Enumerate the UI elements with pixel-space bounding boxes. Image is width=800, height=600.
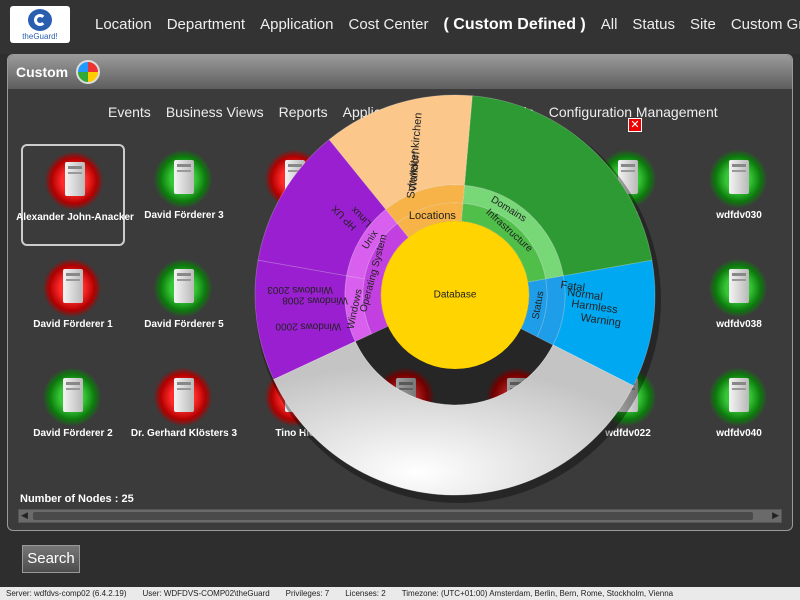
node-label: Alexander John-Anacker bbox=[16, 212, 134, 223]
close-icon[interactable]: ✕ bbox=[628, 118, 642, 132]
subnav-item[interactable]: Business Views bbox=[166, 104, 264, 120]
server-icon bbox=[174, 269, 194, 303]
node-tile[interactable] bbox=[354, 253, 458, 355]
node-tile[interactable] bbox=[576, 253, 680, 355]
node-tile[interactable] bbox=[465, 144, 569, 246]
node-count: Number of Nodes : 25 bbox=[20, 493, 134, 505]
server-icon bbox=[285, 160, 305, 194]
scroll-left-icon[interactable]: ◀ bbox=[21, 511, 31, 521]
server-icon bbox=[63, 269, 83, 303]
node-tile[interactable]: David Förderer 1 bbox=[21, 253, 125, 355]
top-nav-item[interactable]: ( Custom Defined ) bbox=[444, 16, 586, 34]
node-label: David Förderer 1 bbox=[33, 319, 113, 330]
status-server: Server: wdfdvs-comp02 (6.4.2.19) bbox=[6, 589, 127, 598]
server-icon bbox=[729, 160, 749, 194]
top-bar: theGuard! Location Department Application C… bbox=[0, 0, 800, 54]
node-tile[interactable] bbox=[354, 362, 458, 464]
node-tile[interactable] bbox=[354, 144, 458, 246]
server-icon bbox=[285, 378, 305, 412]
server-icon bbox=[396, 378, 416, 412]
node-tile[interactable]: -010 bbox=[576, 144, 680, 246]
node-tile[interactable] bbox=[465, 362, 569, 464]
node-tile[interactable]: wdfdv038 bbox=[687, 253, 791, 355]
status-privileges: Privileges: 7 bbox=[285, 589, 330, 598]
server-icon bbox=[396, 160, 416, 194]
node-label: -010 bbox=[617, 210, 638, 221]
top-nav-item[interactable]: All bbox=[601, 16, 618, 34]
node-tile[interactable]: David Förderer 5 bbox=[132, 253, 236, 355]
server-icon bbox=[618, 378, 638, 412]
node-label: wdfdv038 bbox=[716, 319, 762, 330]
node-tile[interactable] bbox=[243, 253, 347, 355]
server-icon bbox=[618, 160, 638, 194]
server-icon bbox=[507, 269, 527, 303]
subnav-item[interactable]: Applications bbox=[343, 104, 419, 120]
top-nav-item[interactable]: Department bbox=[167, 16, 245, 34]
top-nav-item[interactable]: Custom Group bbox=[731, 16, 800, 34]
logo-mark-icon bbox=[28, 9, 52, 31]
node-tile[interactable]: Alexander John-Anacker bbox=[16, 144, 134, 246]
subnav-item[interactable]: Reports bbox=[279, 104, 328, 120]
theguard-logo[interactable]: theGuard! bbox=[10, 6, 70, 43]
server-icon bbox=[285, 269, 305, 303]
server-icon bbox=[729, 269, 749, 303]
node-tile[interactable]: Dr. Gerhard Klösters 3 bbox=[131, 362, 237, 464]
node-tile[interactable]: Tino Hie bbox=[243, 362, 347, 464]
node-tile[interactable]: David Förderer 3 bbox=[132, 144, 236, 246]
node-label: wdfdv030 bbox=[716, 210, 762, 221]
status-timezone: Timezone: (UTC+01:00) Amsterdam, Berlin,… bbox=[401, 589, 674, 598]
node-label: Tino Hie bbox=[275, 428, 315, 439]
server-icon bbox=[507, 160, 527, 194]
server-icon bbox=[507, 378, 527, 412]
disc-icon[interactable] bbox=[76, 60, 100, 84]
subnav-item[interactable]: Events bbox=[108, 104, 151, 120]
server-icon bbox=[618, 269, 638, 303]
scroll-right-icon[interactable]: ▶ bbox=[769, 511, 779, 521]
top-nav-item[interactable]: Site bbox=[690, 16, 716, 34]
top-navigation: Location Department Application Cost Center… bbox=[95, 16, 800, 34]
status-licenses: Licenses: 2 bbox=[345, 589, 386, 598]
server-icon bbox=[174, 378, 194, 412]
node-tile[interactable] bbox=[465, 253, 569, 355]
node-tile[interactable]: wdfdv040 bbox=[687, 362, 791, 464]
top-nav-item[interactable]: Status bbox=[632, 16, 675, 34]
node-tile[interactable]: The bbox=[243, 144, 347, 246]
top-nav-item[interactable]: Cost Center bbox=[348, 16, 428, 34]
node-tile[interactable]: wdfdv030 bbox=[687, 144, 791, 246]
server-icon bbox=[65, 162, 85, 196]
node-label: The bbox=[286, 210, 304, 221]
server-icon bbox=[174, 160, 194, 194]
node-label: Dr. Gerhard Klösters 3 bbox=[130, 428, 238, 439]
node-label: David Förderer 5 bbox=[144, 319, 224, 330]
top-nav-item[interactable]: Location bbox=[95, 16, 152, 34]
status-user: User: WDFDVS-COMP02\theGuard bbox=[142, 589, 270, 598]
custom-panel: Custom Events Business Views Reports Applic… bbox=[7, 54, 793, 531]
node-label: David Förderer 2 bbox=[33, 428, 113, 439]
server-icon bbox=[63, 378, 83, 412]
horizontal-scrollbar[interactable]: ◀ ▶ bbox=[18, 509, 782, 523]
status-bar: Server: wdfdvs-comp02 (6.4.2.19) User: W… bbox=[0, 587, 800, 600]
subnav-item[interactable]: Data Records bbox=[448, 104, 534, 120]
node-tile[interactable]: David Förderer 2 bbox=[21, 362, 125, 464]
panel-header: Custom bbox=[8, 55, 792, 89]
search-button[interactable]: Search bbox=[22, 545, 80, 573]
server-icon bbox=[729, 378, 749, 412]
node-label: David Förderer 3 bbox=[144, 210, 224, 221]
node-label: wdfdv022 bbox=[605, 428, 651, 439]
node-label: wdfdv040 bbox=[716, 428, 762, 439]
node-tile[interactable]: wdfdv022 bbox=[576, 362, 680, 464]
top-nav-item[interactable]: Application bbox=[260, 16, 333, 34]
logo-text: theGuard! bbox=[22, 32, 58, 41]
panel-title: Custom bbox=[16, 64, 69, 80]
scrollbar-thumb[interactable] bbox=[33, 512, 753, 520]
server-icon bbox=[396, 269, 416, 303]
